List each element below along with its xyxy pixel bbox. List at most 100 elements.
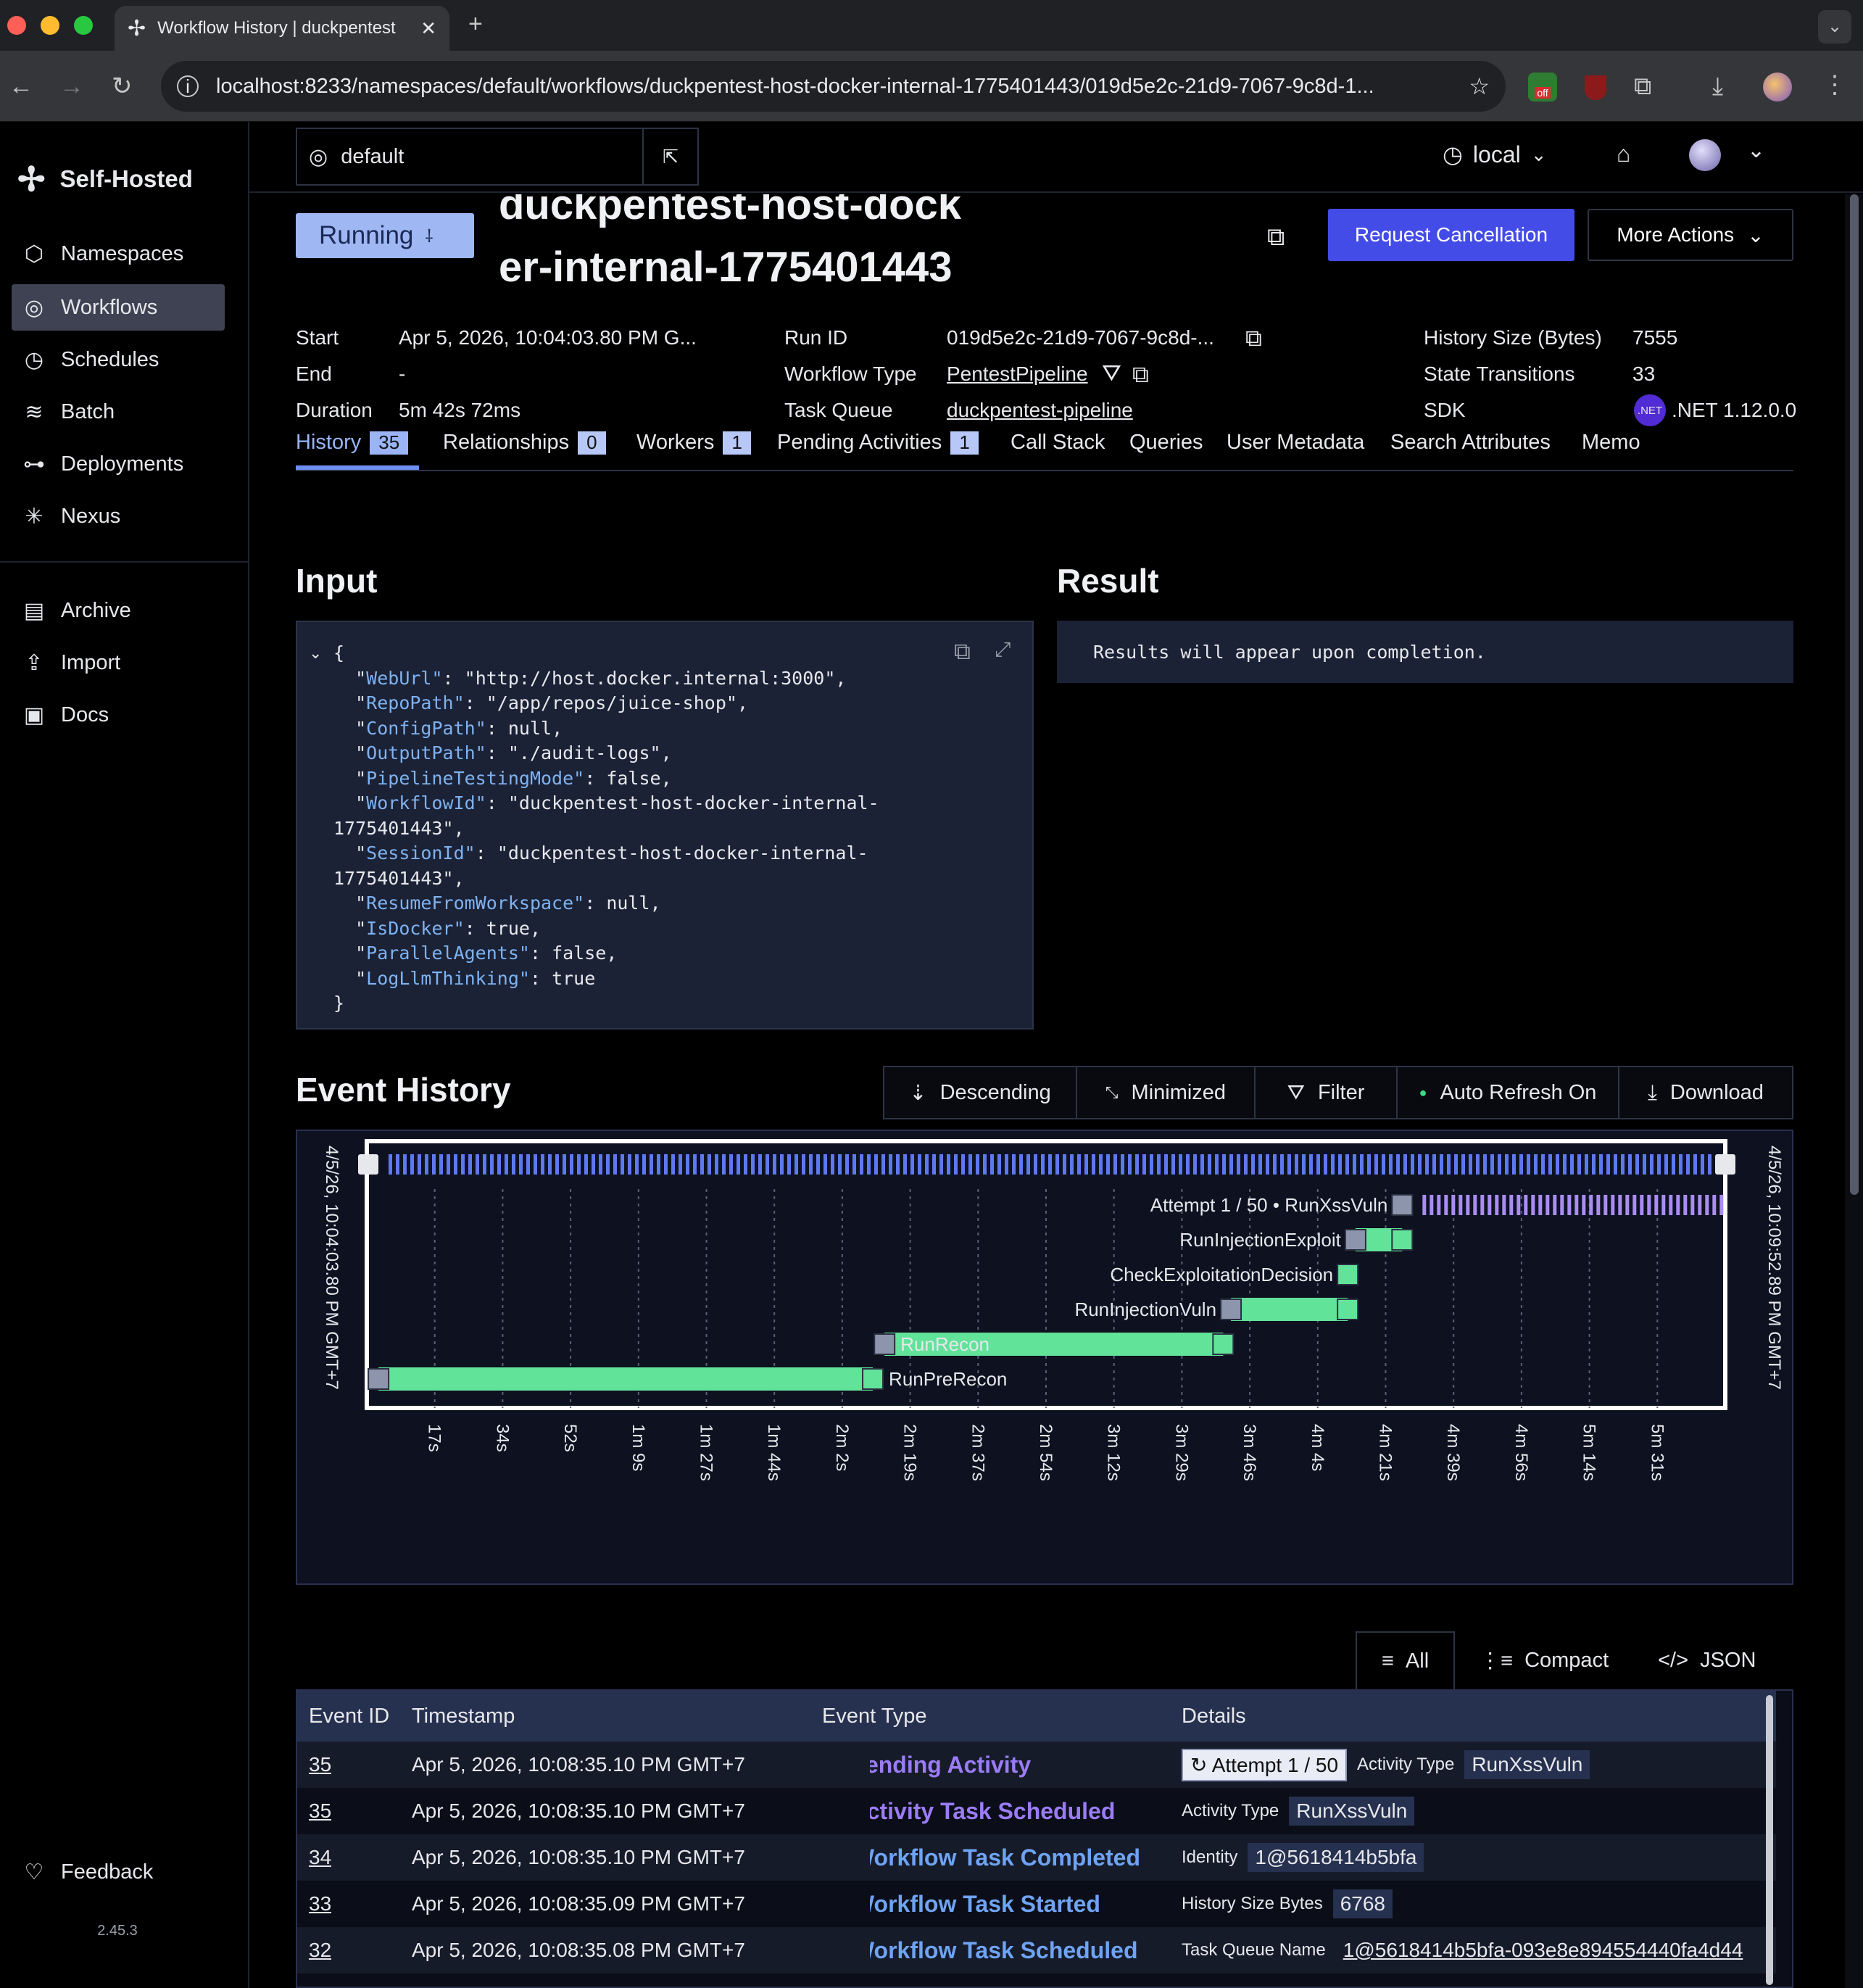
filter-button[interactable]: ⛛ Filter bbox=[1256, 1067, 1398, 1118]
tab-pending-activities[interactable]: Pending Activities 1 bbox=[777, 431, 979, 455]
col-timestamp[interactable]: Timestamp bbox=[412, 1691, 515, 1741]
workflow-stripe bbox=[1251, 1154, 1255, 1175]
table-scrollbar[interactable] bbox=[1766, 1695, 1773, 1985]
extensions-puzzle-icon[interactable]: ⧉ bbox=[1634, 74, 1651, 99]
event-type[interactable]: Workflow Task Scheduled bbox=[870, 1937, 1137, 1964]
brand[interactable]: ✢ Self-Hosted bbox=[17, 160, 193, 199]
open-external-icon[interactable]: ⇱ bbox=[642, 129, 697, 184]
more-actions-button[interactable]: More Actions ⌄ bbox=[1588, 209, 1793, 261]
event-type[interactable]: Pending Activity bbox=[870, 1752, 1031, 1778]
copy-input-icon[interactable]: ⧉ bbox=[954, 638, 971, 666]
extension-badge-icon[interactable]: off bbox=[1528, 73, 1557, 102]
workflow-stripe bbox=[932, 1154, 936, 1175]
minimize-window-button[interactable] bbox=[41, 16, 59, 35]
reload-icon[interactable]: ↻ bbox=[112, 74, 133, 99]
theme-toggle-icon[interactable]: ⌂ bbox=[1617, 141, 1630, 167]
col-event-id[interactable]: Event ID bbox=[309, 1691, 389, 1741]
minimized-button[interactable]: ⤡ Minimized bbox=[1077, 1067, 1256, 1118]
request-cancellation-button[interactable]: Request Cancellation bbox=[1328, 209, 1574, 261]
tab-user-metadata[interactable]: User Metadata bbox=[1227, 431, 1364, 455]
tab-call-stack[interactable]: Call Stack bbox=[1011, 431, 1105, 455]
sidebar-item-import[interactable]: ⇪ Import bbox=[12, 639, 225, 686]
site-info-icon[interactable]: i bbox=[177, 75, 199, 97]
col-event-type[interactable]: Event Type bbox=[822, 1691, 927, 1741]
environment-selector[interactable]: ◷ local ⌄ bbox=[1443, 141, 1547, 168]
expand-icon[interactable]: ⤢ bbox=[995, 638, 1011, 662]
user-menu-chevron-icon[interactable]: ⌄ bbox=[1747, 138, 1765, 163]
copy-title-icon[interactable]: ⧉ bbox=[1267, 223, 1285, 252]
sidebar-item-batch[interactable]: ≋ Batch bbox=[12, 389, 225, 435]
browser-tab[interactable]: ✢ Workflow History | duckpentest ✕ bbox=[115, 6, 449, 51]
event-id-link[interactable]: 35 bbox=[309, 1799, 331, 1823]
live-dot-icon: ● bbox=[1419, 1085, 1427, 1100]
workflow-stripe bbox=[1302, 1154, 1306, 1175]
table-row[interactable]: 33Apr 5, 2026, 10:08:35.09 PM GMT+7◎Work… bbox=[297, 1881, 1776, 1927]
close-tab-icon[interactable]: ✕ bbox=[420, 17, 436, 40]
downloads-icon[interactable]: ⤓ bbox=[1712, 74, 1723, 99]
workflow-type-link[interactable]: PentestPipeline bbox=[947, 363, 1088, 386]
sidebar-item-nexus[interactable]: ✳ Nexus bbox=[12, 493, 225, 539]
new-tab-icon[interactable]: + bbox=[468, 12, 483, 36]
activity-bar bbox=[378, 1367, 874, 1391]
copy-run-id-icon[interactable]: ⧉ bbox=[1245, 325, 1262, 352]
table-row[interactable]: 32Apr 5, 2026, 10:08:35.08 PM GMT+7◎Work… bbox=[297, 1927, 1776, 1973]
tab-workers[interactable]: Workers 1 bbox=[636, 431, 751, 455]
task-queue-link[interactable]: duckpentest-pipeline bbox=[947, 399, 1133, 422]
tab-search-icon[interactable]: ⌄ bbox=[1818, 10, 1851, 44]
close-window-button[interactable] bbox=[7, 16, 26, 35]
sidebar-item-workflows[interactable]: ◎ Workflows bbox=[12, 284, 225, 331]
sidebar-item-schedules[interactable]: ◷ Schedules bbox=[12, 336, 225, 383]
sidebar-item-feedback[interactable]: ♡ Feedback bbox=[12, 1849, 225, 1895]
auto-refresh-button[interactable]: ● Auto Refresh On bbox=[1398, 1067, 1619, 1118]
activity-end-marker bbox=[1337, 1299, 1359, 1320]
col-details[interactable]: Details bbox=[1182, 1691, 1246, 1741]
tab-queries[interactable]: Queries bbox=[1129, 431, 1203, 455]
table-row[interactable]: 35Apr 5, 2026, 10:08:35.10 PM GMT+7◇Acti… bbox=[297, 1788, 1776, 1834]
pending-stripe bbox=[1589, 1195, 1593, 1215]
copy-type-icon[interactable]: ⧉ bbox=[1132, 361, 1149, 389]
event-type[interactable]: Activity Task Scheduled bbox=[870, 1798, 1115, 1825]
sidebar-item-namespaces[interactable]: ⬡ Namespaces bbox=[12, 231, 225, 277]
page-scrollbar[interactable] bbox=[1845, 194, 1863, 1988]
user-avatar[interactable] bbox=[1689, 139, 1721, 171]
table-row[interactable]: 34Apr 5, 2026, 10:08:35.10 PM GMT+7◎Work… bbox=[297, 1834, 1776, 1881]
sidebar-item-docs[interactable]: ▣ Docs bbox=[12, 692, 225, 738]
view-all-button[interactable]: ≡ All bbox=[1356, 1631, 1456, 1689]
bookmark-star-icon[interactable]: ☆ bbox=[1469, 73, 1490, 100]
profile-avatar[interactable] bbox=[1763, 73, 1792, 102]
event-id-link[interactable]: 32 bbox=[309, 1939, 331, 1962]
tab-history[interactable]: History 35 bbox=[296, 431, 409, 455]
tab-relationships[interactable]: Relationships 0 bbox=[443, 431, 606, 455]
url-field[interactable]: i localhost:8233/namespaces/default/work… bbox=[161, 61, 1506, 112]
activity-label: Attempt 1 / 50 • RunXssVuln bbox=[1150, 1194, 1388, 1216]
download-button[interactable]: ⤓ Download bbox=[1619, 1067, 1792, 1118]
workflow-stripe bbox=[1266, 1154, 1269, 1175]
view-compact-button[interactable]: ⋮≡ Compact bbox=[1455, 1631, 1633, 1689]
event-id-link[interactable]: 33 bbox=[309, 1892, 331, 1915]
workflow-stripe bbox=[983, 1154, 987, 1175]
event-id-link[interactable]: 35 bbox=[309, 1753, 331, 1776]
view-json-button[interactable]: </> JSON bbox=[1633, 1631, 1780, 1689]
back-icon[interactable]: ← bbox=[9, 74, 33, 99]
sidebar-item-deployments[interactable]: ⊶ Deployments bbox=[12, 441, 225, 487]
event-type[interactable]: Workflow Task Started bbox=[870, 1891, 1100, 1918]
tab-memo[interactable]: Memo bbox=[1582, 431, 1640, 455]
filter-icon[interactable]: ⛛ bbox=[1102, 360, 1121, 387]
event-id-link[interactable]: 34 bbox=[309, 1846, 331, 1869]
event-type[interactable]: Workflow Task Completed bbox=[870, 1844, 1140, 1871]
workflow-stripe bbox=[1186, 1154, 1190, 1175]
workflow-stripe bbox=[708, 1154, 711, 1175]
descending-button[interactable]: ⇣ Descending bbox=[884, 1067, 1077, 1118]
collapse-chevron-icon[interactable]: ⌄ bbox=[309, 644, 322, 663]
sidebar-item-archive[interactable]: ▤ Archive bbox=[12, 587, 225, 634]
forward-icon[interactable]: → bbox=[59, 74, 84, 99]
pending-stripe bbox=[1654, 1195, 1659, 1215]
table-row[interactable]: 35Apr 5, 2026, 10:08:35.10 PM GMT+7◇Pend… bbox=[297, 1741, 1776, 1788]
namespace-switcher[interactable]: ◎ default ⇱ bbox=[296, 128, 699, 186]
shield-extension-icon[interactable] bbox=[1585, 75, 1606, 100]
maximize-window-button[interactable] bbox=[74, 16, 93, 35]
event-view-toggle: ≡ All ⋮≡ Compact </> JSON bbox=[1356, 1631, 1780, 1689]
browser-menu-icon[interactable]: ⋮ bbox=[1822, 73, 1847, 97]
tab-search-attributes[interactable]: Search Attributes bbox=[1390, 431, 1551, 455]
run-id-label: Run ID bbox=[784, 326, 848, 349]
